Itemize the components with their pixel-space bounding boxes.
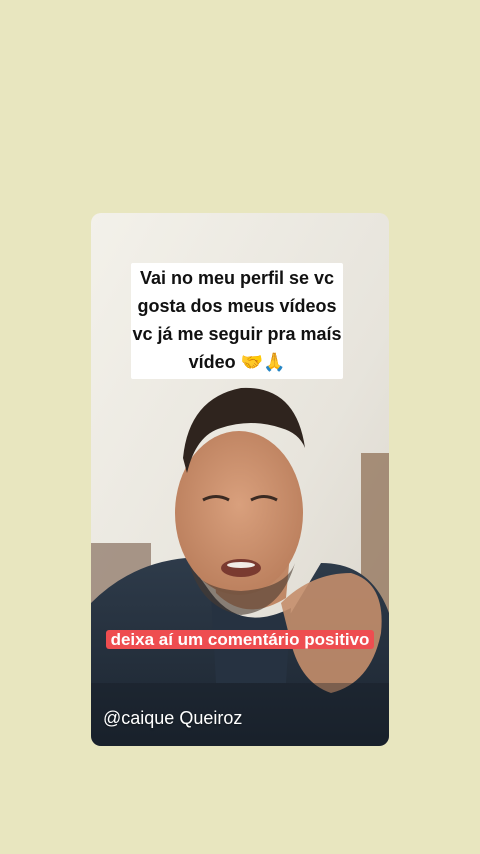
- creator-handle: @caique Queiroz: [103, 708, 243, 728]
- video-caption-bottom: deixa aí um comentário positivo: [91, 625, 389, 654]
- video-caption-bottom-text: deixa aí um comentário positivo: [105, 630, 375, 649]
- video-player[interactable]: Vai no meu perfil se vc gosta dos meus v…: [91, 213, 389, 746]
- video-caption-top: Vai no meu perfil se vc gosta dos meus v…: [131, 263, 343, 379]
